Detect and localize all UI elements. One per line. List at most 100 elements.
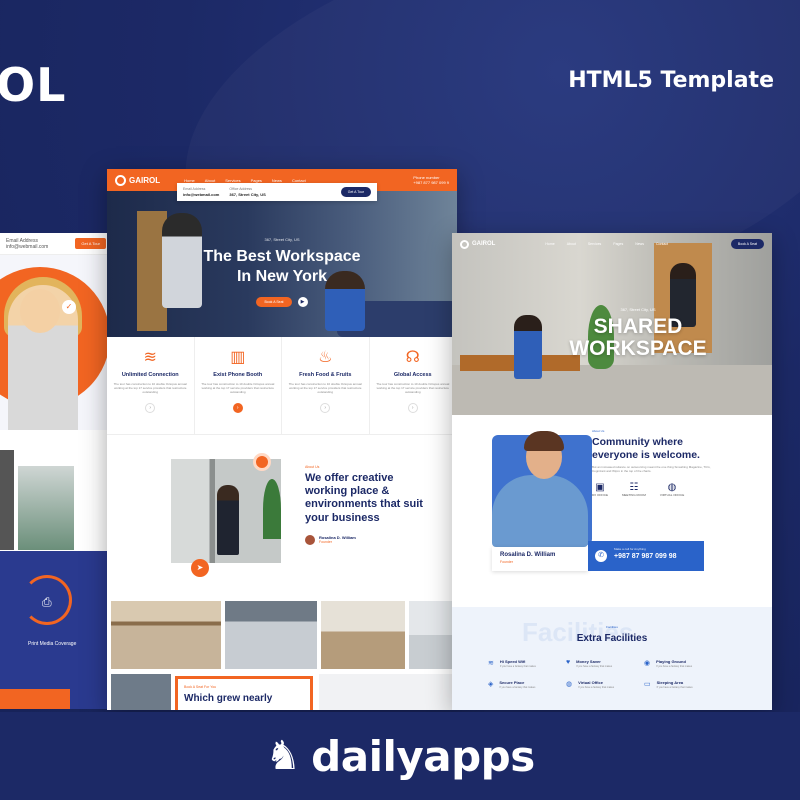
right-menu: Home About Services Pages News Contact (545, 242, 668, 246)
gallery-image[interactable] (409, 601, 457, 669)
feature-title: Exist Phone Booth (213, 372, 263, 378)
bottom-card-title: Which grew nearly (184, 693, 273, 704)
book-seat-button[interactable]: Book A Seat (256, 297, 292, 307)
nav-item-home[interactable]: Home (184, 178, 195, 183)
virtual-office-icon: ◍ (566, 681, 573, 688)
nav-item-pages[interactable]: Pages (251, 178, 262, 183)
nav-item-contact[interactable]: Contact (656, 242, 668, 246)
dailyapps-logo-text: dailyapps (311, 731, 535, 781)
play-icon[interactable]: ▶ (297, 297, 308, 307)
founder-name: Rosalina D. William (500, 552, 556, 558)
hero-floor (452, 365, 772, 415)
feature-arrow-button[interactable]: › (145, 402, 156, 413)
center-logo[interactable]: GAIROL (115, 174, 161, 186)
left-email-value: info@webmail.com (6, 243, 49, 250)
send-icon: ➤ (191, 559, 209, 577)
nav-item-contact[interactable]: Contact (292, 178, 306, 183)
brand-name-fragment: OL (0, 58, 67, 112)
info-address: Office Address 367, Street City, US (229, 187, 265, 197)
playing-ground-icon: ◉ (644, 660, 651, 667)
call-box[interactable]: ✆ Make a call for Anything +987 87 987 0… (588, 541, 704, 571)
center-about-section: ➤ About Us We offer creative working pla… (107, 435, 457, 597)
smiling-man-image (492, 431, 588, 547)
nav-item-news[interactable]: News (272, 178, 282, 183)
community-heading: Community where everyone is welcome. (592, 436, 700, 461)
facility-desc: If you have a fantasy that makes (499, 686, 536, 689)
service-item[interactable]: ▣ DX OFFICE (592, 482, 608, 497)
feature-title: Global Access (393, 372, 432, 378)
info-address-label: Office Address (229, 187, 253, 192)
facility-item: ▭ Sleeping Area If you have a fantasy tha… (644, 680, 722, 689)
bottom-card: Book A Seat For You Which grew nearly (175, 676, 313, 710)
left-tour-button[interactable]: Get A Tour (75, 238, 106, 249)
founder-role: Founder (500, 560, 514, 564)
about-label: About Us (305, 465, 320, 469)
call-label: Make a call for Anything (614, 547, 646, 551)
right-navbar: GAIROL Home About Services Pages News Co… (452, 233, 772, 255)
facility-title: Sleeping Area (656, 680, 684, 685)
facility-desc: If you have a fantasy that makes (656, 686, 693, 689)
phone-icon: ✆ (595, 550, 607, 562)
feature-desc: The tour has construction to 10 double O… (113, 382, 187, 395)
facility-title: Secure Place (499, 680, 525, 685)
feature-card: ▥ Exist Phone Booth The tour has constru… (195, 337, 282, 434)
service-item[interactable]: ☷ MEETING ROOM (622, 482, 646, 497)
facility-title: Playing Ground (656, 659, 686, 664)
facility-item: ◍ Virtual Office If you have a fantasy th… (566, 680, 644, 689)
food-icon: ♨ (318, 349, 333, 366)
feature-arrow-button[interactable]: › (320, 402, 331, 413)
get-tour-button[interactable]: Get A Tour (340, 187, 371, 197)
check-icon: ✓ (62, 300, 76, 314)
facility-item: ◉ Playing Ground If you have a fantasy th… (644, 659, 722, 668)
community-label: About Us (592, 429, 605, 433)
avatar (305, 534, 315, 545)
service-item[interactable]: ◍ VIRTUAL OFFICE (660, 482, 684, 497)
feature-arrow-button[interactable]: › (232, 402, 243, 413)
gallery-image[interactable] (321, 601, 405, 669)
info-address-value: 367, Street City, US (229, 191, 266, 197)
bottom-card-label: Book A Seat For You (184, 685, 217, 689)
gallery-grid (107, 601, 457, 669)
founder-card: Rosalina D. William Founder (492, 547, 588, 571)
right-logo[interactable]: GAIROL (460, 239, 495, 249)
facilities-label: Facilities (606, 625, 618, 629)
sleeping-area-icon: ▭ (644, 681, 651, 688)
nav-item-services[interactable]: Services (588, 242, 601, 246)
nav-item-services[interactable]: Services (225, 178, 240, 183)
center-logo-text: GAIROL (129, 175, 161, 185)
right-book-button[interactable]: Book A Seat (730, 239, 764, 249)
man-hair (524, 431, 564, 451)
feature-title: Fresh Food & Fruits (299, 372, 352, 378)
right-hero: GAIROL Home About Services Pages News Co… (452, 233, 772, 415)
author-role: Founder (319, 540, 333, 545)
call-number: +987 87 987 099 98 (614, 553, 677, 560)
gallery-image[interactable] (111, 601, 221, 669)
center-bottom-section: Book A Seat For You Which grew nearly (107, 674, 457, 710)
nav-item-about[interactable]: About (567, 242, 576, 246)
info-email-value: info@webmail.com (183, 191, 220, 197)
nav-item-news[interactable]: News (635, 242, 644, 246)
about-person (217, 485, 239, 555)
global-access-icon: ☊ (405, 349, 420, 366)
facility-title: Money Saver (576, 659, 601, 664)
office-image (18, 466, 74, 550)
left-preview-screen: Email Address info@webmail.com Get A Tou… (0, 233, 112, 709)
right-hero-subtitle: 367, Street City, US (620, 307, 656, 312)
about-author: Rosalina D. William Founder (305, 534, 425, 545)
feature-row: ≋ Unlimited Connection The tour has cons… (107, 337, 457, 435)
nav-item-home[interactable]: Home (545, 242, 554, 246)
facility-item: ≋ Hi Speed Wifi If you have a fantasy tha… (488, 659, 566, 668)
center-phone: Phone number +987 877 987 099 9 (413, 175, 449, 185)
facility-title: Virtual Office (578, 680, 603, 685)
center-menu: Home About Services Pages News Contact (184, 178, 306, 183)
gallery-image[interactable] (225, 601, 317, 669)
about-badge-icon (253, 453, 271, 471)
center-hero-text: 367, Street City, US The Best Workspace … (107, 237, 457, 307)
facility-item: ◈ Secure Place If you have a fantasy that… (488, 680, 566, 689)
center-hero-title: The Best Workspace In New York (107, 247, 457, 287)
secure-place-icon: ◈ (488, 681, 494, 688)
nav-item-pages[interactable]: Pages (613, 242, 623, 246)
nav-item-about[interactable]: About (205, 178, 215, 183)
feature-arrow-button[interactable]: › (407, 402, 418, 413)
virtual-office-icon: ◍ (667, 481, 677, 493)
